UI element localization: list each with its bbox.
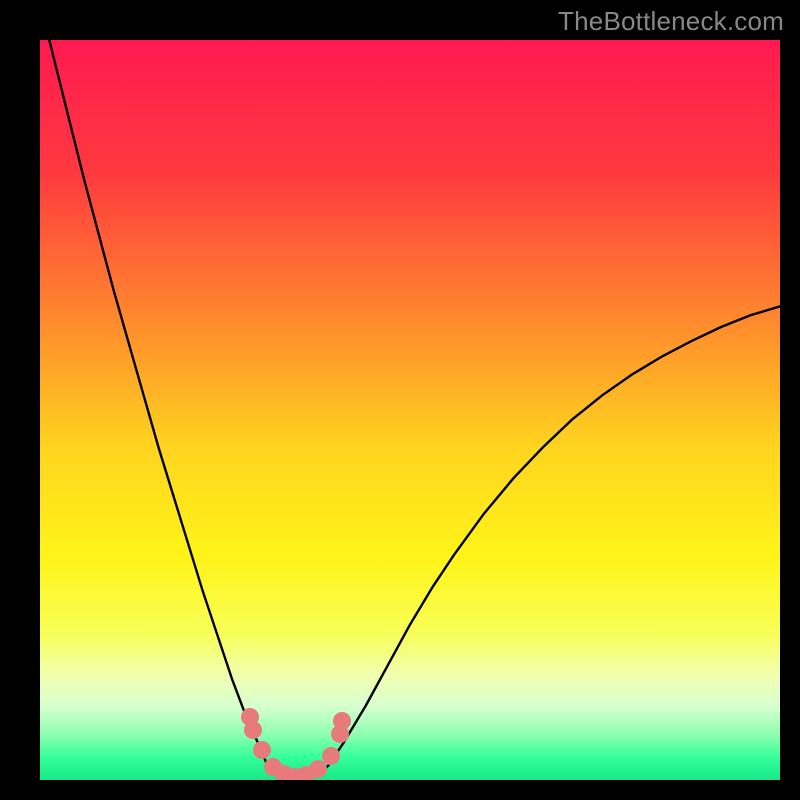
trough-marker [253, 741, 271, 759]
plot-area [40, 40, 780, 780]
trough-marker [309, 760, 327, 778]
trough-marker [244, 721, 262, 739]
bottleneck-curve [40, 40, 780, 779]
trough-marker [333, 712, 351, 730]
chart-frame: TheBottleneck.com [0, 0, 800, 800]
trough-marker [322, 747, 340, 765]
watermark-text: TheBottleneck.com [558, 6, 784, 37]
curve-layer [40, 40, 780, 780]
